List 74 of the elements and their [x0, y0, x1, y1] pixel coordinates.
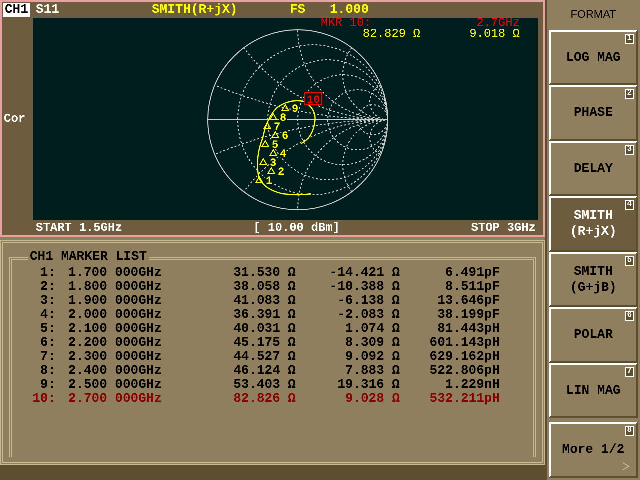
table-cell-text: 41.083 Ω — [232, 294, 296, 308]
table-cell-text: 5: — [39, 322, 56, 336]
marker-label: 1 — [255, 176, 273, 188]
scale-label: FS — [290, 2, 306, 18]
marker-frequency: 2.7GHz — [476, 18, 520, 29]
table-cell-text: 1.700 000GHz — [67, 266, 162, 280]
marker-label: 7 — [263, 122, 281, 134]
scale-value: 1.000 — [330, 2, 370, 18]
table-cell-text: 38.199pF — [436, 308, 500, 322]
table-cell-text: 81.443pH — [436, 322, 500, 336]
softkey-button[interactable]: SMITH (R+jX) 4 — [549, 196, 638, 252]
table-cell-text: 10: — [32, 392, 56, 406]
softkey-button[interactable]: DELAY 3 — [549, 140, 638, 196]
table-cell-text: 53.403 Ω — [232, 378, 296, 392]
marker-label: 10 — [304, 92, 322, 107]
table-cell-text: 629.162pH — [428, 350, 500, 364]
table-cell-text: 44.527 Ω — [232, 350, 296, 364]
channel-label: CH1 — [3, 2, 30, 17]
table-cell-text: 13.646pF — [436, 294, 500, 308]
marker-resistance: 82.829 Ω — [362, 28, 420, 40]
softkey-button[interactable]: SMITH (G+jB) 5 — [549, 252, 638, 308]
menu-title: FORMAT — [570, 8, 618, 23]
table-cell-text: 9.092 Ω — [344, 350, 400, 364]
table-cell-text: 8.511pF — [444, 280, 500, 294]
table-cell-text: 1: — [39, 266, 56, 280]
marker-readout-label: MKR 10: — [321, 18, 372, 29]
table-cell-text: -6.138 Ω — [336, 294, 400, 308]
table-cell-text: -14.421 Ω — [328, 266, 400, 280]
table-cell-text: 601.143pH — [428, 336, 500, 350]
table-cell-text: 9: — [39, 378, 56, 392]
table-cell-text: 82.826 Ω — [232, 392, 296, 406]
power-level: [ 10.00 dBm] — [254, 220, 340, 235]
marker-reactance: 9.018 Ω — [468, 28, 520, 40]
table-cell-text: 1.900 000GHz — [67, 294, 162, 308]
table-cell-text: 8.309 Ω — [344, 336, 400, 350]
table-cell-text: 19.316 Ω — [336, 378, 400, 392]
table-cell-text: 36.391 Ω — [232, 308, 296, 322]
marker-label: 3 — [259, 158, 277, 170]
correction-label: Cor — [4, 112, 26, 126]
table-cell-text: 40.031 Ω — [232, 322, 296, 336]
table-cell-text: 2.500 000GHz — [67, 378, 162, 392]
softkey-button[interactable]: LIN MAG 7 — [549, 362, 638, 418]
table-cell-text: 1.800 000GHz — [67, 280, 162, 294]
table-cell-text: 6.491pF — [444, 266, 500, 280]
marker-label: 5 — [261, 140, 279, 152]
table-cell-text: 38.058 Ω — [232, 280, 296, 294]
table-cell-text: 45.175 Ω — [232, 336, 296, 350]
table-cell-text: 2.100 000GHz — [67, 322, 162, 336]
softkey-button[interactable]: LOG MAG 1 — [549, 30, 638, 86]
table-cell-text: 8: — [39, 364, 56, 378]
table-cell-text: 7: — [39, 350, 56, 364]
table-cell-text: 1.074 Ω — [344, 322, 400, 336]
table-cell-text: 2.700 000GHz — [67, 392, 162, 406]
table-cell-text: -2.083 Ω — [336, 308, 400, 322]
table-cell-text: 2: — [39, 280, 56, 294]
table-cell-text: 7.883 Ω — [344, 364, 400, 378]
table-cell-text: 2.200 000GHz — [67, 336, 162, 350]
table-cell-text: 46.124 Ω — [232, 364, 296, 378]
table-cell-text: 2.300 000GHz — [67, 350, 162, 364]
table-cell-text: 6: — [39, 336, 56, 350]
table-cell-text: 3: — [39, 294, 56, 308]
table-cell-text: 31.530 Ω — [232, 266, 296, 280]
stop-frequency: STOP 3GHz — [471, 220, 536, 235]
table-cell-text: 9.028 Ω — [344, 392, 400, 406]
start-frequency: START 1.5GHz — [36, 220, 122, 235]
table-cell-text: 532.211pH — [428, 392, 500, 406]
table-cell-text: 2.400 000GHz — [67, 364, 162, 378]
table-cell-text: 4: — [39, 308, 56, 322]
table-cell-text: -10.388 Ω — [328, 280, 400, 294]
table-cell-text: 1.229nH — [444, 378, 500, 392]
table-cell-text: 522.806pH — [428, 364, 500, 378]
table-cell-text: 2.000 000GHz — [67, 308, 162, 322]
format-label: SMITH(R+jX) — [152, 2, 238, 18]
parameter-label: S11 — [36, 2, 60, 18]
